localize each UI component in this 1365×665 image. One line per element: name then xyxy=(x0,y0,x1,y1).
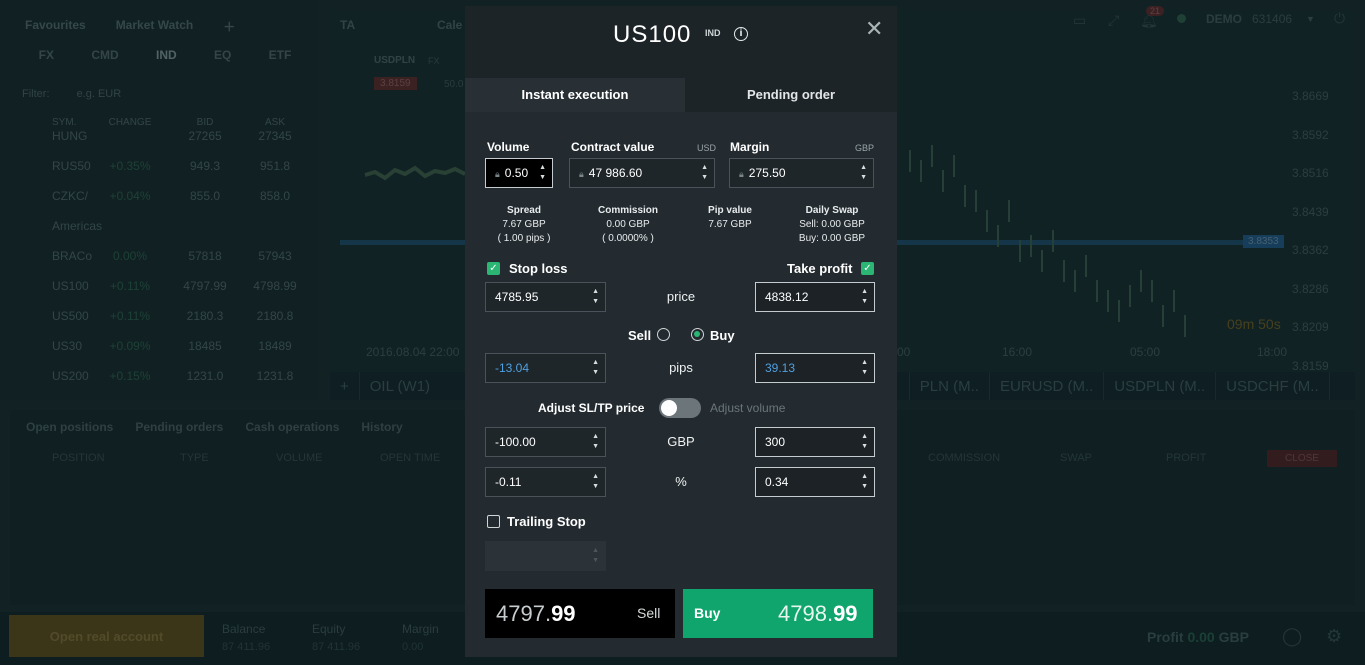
sl-pips-input[interactable]: -13.04 ▲ ▼ xyxy=(485,353,606,383)
adjust-sltp-label: Adjust SL/TP price xyxy=(538,401,645,415)
sl-price-stepper-icon[interactable]: ▲ ▼ xyxy=(592,287,599,307)
buy-button-label: Buy xyxy=(694,605,721,621)
tp-percent-input[interactable]: 0.34 ▲ ▼ xyxy=(755,467,875,497)
sl-gbp-stepper-icon[interactable]: ▲ ▼ xyxy=(592,432,599,452)
sl-percent-input[interactable]: -0.11 ▲ ▼ xyxy=(485,467,606,497)
modal-title: US100 xyxy=(613,21,692,48)
tab-instant-execution[interactable]: Instant execution xyxy=(465,78,685,112)
margin-label-modal: Margin xyxy=(730,140,770,154)
trailing-stepper-icon: ▲ ▼ xyxy=(592,547,599,564)
pip-value-stat: Pip value 7.67 GBP xyxy=(708,205,752,230)
volume-label: Volume xyxy=(487,140,530,154)
tp-gbp-input[interactable]: 300 ▲ ▼ xyxy=(755,427,875,457)
trailing-stop-checkbox[interactable] xyxy=(487,515,500,528)
commission-stat: Commission 0.00 GBP( 0.0000% ) xyxy=(597,205,658,244)
lock-icon: 🔒︎ xyxy=(579,169,584,179)
gbp-label: GBP xyxy=(667,434,695,449)
sell-radio[interactable] xyxy=(657,328,670,341)
tp-pips-input[interactable]: 39.13 ▲ ▼ xyxy=(755,353,875,383)
buy-radio-label: Buy xyxy=(710,328,735,343)
stop-loss-label: Stop loss xyxy=(509,261,568,276)
margin-unit: GBP xyxy=(855,143,875,153)
sl-price-input[interactable]: 4785.95 ▲ ▼ xyxy=(485,282,606,312)
spread-stat: Spread 7.67 GBP( 1.00 pips ) xyxy=(497,205,551,244)
buy-price: 4798.99 xyxy=(778,601,858,626)
contract-unit: USD xyxy=(697,143,717,153)
take-profit-label: Take profit xyxy=(787,261,853,276)
adjust-volume-label: Adjust volume xyxy=(710,401,786,415)
tab-pending-order[interactable]: Pending order xyxy=(685,78,897,112)
sell-button[interactable]: 4797.99 Sell xyxy=(485,589,675,638)
trailing-stop-input[interactable]: ▲ ▼ xyxy=(485,541,606,571)
close-icon[interactable]: ✕ xyxy=(865,16,883,42)
tp-price-input[interactable]: 4838.12 ▲ ▼ xyxy=(755,282,875,312)
price-label: price xyxy=(666,289,696,304)
sl-percent-stepper-icon[interactable]: ▲ ▼ xyxy=(592,472,599,492)
sl-pips-stepper-icon[interactable]: ▲ ▼ xyxy=(592,358,599,378)
info-icon[interactable]: i xyxy=(734,27,748,41)
margin-input[interactable]: 🔒︎ 275.50 ▲ ▼ xyxy=(729,158,874,188)
margin-stepper-icon[interactable]: ▲ ▼ xyxy=(860,163,867,183)
tp-price-stepper-icon[interactable]: ▲ ▼ xyxy=(861,287,868,307)
volume-stepper-icon[interactable]: ▲ ▼ xyxy=(539,163,546,183)
lock-icon: 🔒︎ xyxy=(739,169,744,179)
volume-input[interactable]: 🔒︎ 0.50 ▲ ▼ xyxy=(485,158,553,188)
tp-gbp-stepper-icon[interactable]: ▲ ▼ xyxy=(861,432,868,452)
instrument-tag: IND xyxy=(705,28,721,38)
sell-radio-label: Sell xyxy=(628,328,652,343)
buy-radio[interactable] xyxy=(691,328,704,341)
contract-value-input[interactable]: 🔒︎ 47 986.60 ▲ ▼ xyxy=(569,158,715,188)
sell-button-label: Sell xyxy=(637,605,661,621)
contract-value-label: Contract value xyxy=(571,140,655,154)
tp-pips-stepper-icon[interactable]: ▲ ▼ xyxy=(861,358,868,378)
pips-label: pips xyxy=(669,360,693,375)
percent-label: % xyxy=(675,474,687,489)
stop-loss-checkbox[interactable]: ✓ xyxy=(487,262,500,275)
sell-price: 4797.99 xyxy=(496,601,576,626)
tp-percent-stepper-icon[interactable]: ▲ ▼ xyxy=(861,472,868,492)
modal-tabs: Instant execution Pending order xyxy=(465,78,897,112)
order-modal: US100 IND i ✕ Instant execution Pending … xyxy=(465,6,897,657)
trailing-stop-label: Trailing Stop xyxy=(507,514,586,529)
take-profit-checkbox[interactable]: ✓ xyxy=(861,262,874,275)
buy-button[interactable]: Buy 4798.99 xyxy=(683,589,873,638)
daily-swap-stat: Daily Swap Sell: 0.00 GBP Buy: 0.00 GBP xyxy=(798,205,866,244)
contract-stepper-icon[interactable]: ▲ ▼ xyxy=(701,163,708,183)
sl-gbp-input[interactable]: -100.00 ▲ ▼ xyxy=(485,427,606,457)
lock-icon: 🔒︎ xyxy=(495,169,500,179)
adjust-toggle[interactable] xyxy=(659,398,701,418)
